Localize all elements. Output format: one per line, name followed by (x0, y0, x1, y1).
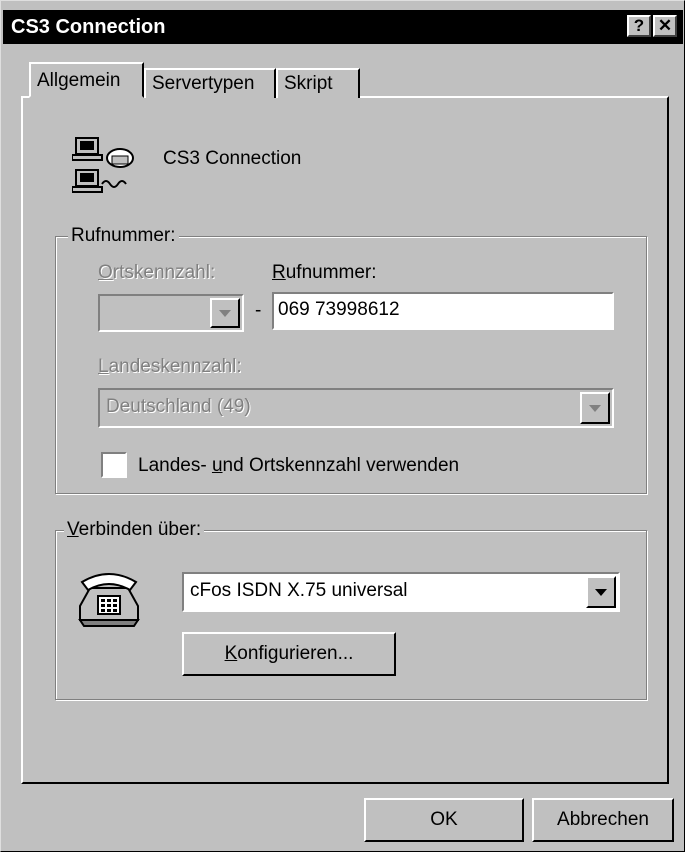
country-code-label: Landeskennzahl: (98, 356, 242, 377)
verbinden-legend: Verbinden über: (64, 520, 205, 540)
tab-servertypen[interactable]: Servertypen (144, 68, 276, 98)
chevron-down-icon (219, 310, 231, 317)
configure-button[interactable]: Konfigurieren... (182, 632, 396, 676)
number-separator: - (255, 300, 262, 321)
help-button[interactable]: ? (627, 15, 651, 37)
tab-skript[interactable]: Skript (276, 68, 360, 98)
title-bar[interactable]: CS3 Connection ? ✕ (3, 10, 683, 44)
device-dropdown-button[interactable] (586, 576, 616, 608)
ok-button[interactable]: OK (364, 798, 524, 842)
chevron-down-icon (589, 405, 601, 412)
connection-name: CS3 Connection (163, 148, 302, 169)
area-code-label: Ortskennzahl: (98, 262, 216, 283)
window-title: CS3 Connection (11, 16, 166, 38)
use-codes-label: Landes- und Ortskennzahl verwenden (138, 455, 460, 476)
rufnummer-legend: Rufnummer: (68, 226, 179, 246)
phone-number-input[interactable]: 069 73998612 (272, 292, 614, 330)
area-code-dropdown-button[interactable] (210, 298, 240, 328)
device-dropdown[interactable]: cFos ISDN X.75 universal (182, 572, 620, 612)
device-value: cFos ISDN X.75 universal (190, 580, 408, 601)
area-code-dropdown[interactable] (98, 294, 244, 332)
close-icon: ✕ (657, 16, 673, 35)
tab-allgemein[interactable]: Allgemein (29, 62, 144, 98)
cancel-button[interactable]: Abbrechen (532, 798, 674, 842)
country-code-dropdown[interactable]: Deutschland (49) (98, 388, 614, 428)
chevron-down-icon (595, 589, 607, 596)
country-code-dropdown-button[interactable] (580, 392, 610, 424)
close-button[interactable]: ✕ (653, 15, 677, 37)
modem-telephone-icon (78, 573, 140, 627)
use-codes-checkbox[interactable] (101, 452, 127, 478)
country-code-value: Deutschland (49) (106, 396, 251, 417)
number-label: Rufnummer: (272, 262, 377, 283)
dialup-connection-icon (72, 137, 134, 193)
